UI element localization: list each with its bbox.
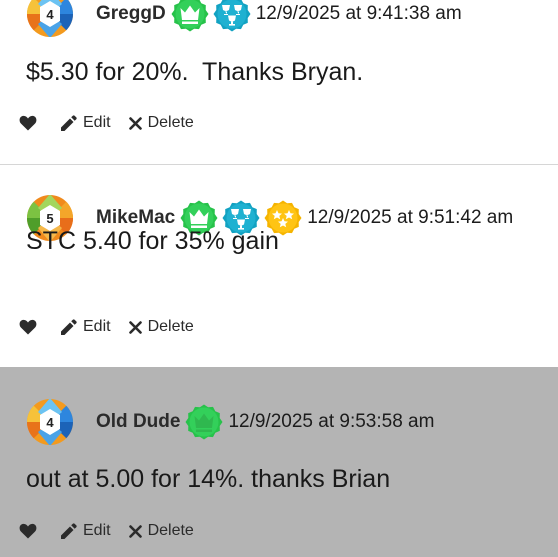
like-button[interactable] (19, 319, 37, 335)
avatar-level: 4 (46, 415, 54, 430)
pencil-icon (61, 114, 77, 131)
avatar[interactable]: 4 (26, 0, 74, 38)
comment-post-highlighted: 4 Old Dude 12/9/2025 at 9:53:58 am out a… (0, 367, 558, 557)
edit-button[interactable]: Edit (60, 114, 111, 132)
comment-feed: 4 GreggD 12/9/2025 at 9:41:38 am $5.30 f… (0, 0, 558, 557)
avatar-level: 5 (46, 211, 53, 226)
heart-icon (19, 115, 37, 131)
close-icon (128, 524, 142, 538)
post-header: 4 GreggD 12/9/2025 at 9:41:38 am (26, 0, 462, 39)
edit-label: Edit (83, 522, 111, 539)
avatar[interactable]: 4 (26, 398, 74, 446)
delete-label: Delete (147, 522, 194, 539)
post-header: 4 Old Dude 12/9/2025 at 9:53:58 am (26, 397, 434, 447)
avatar-level: 4 (46, 7, 54, 22)
trophies-badge-icon (213, 0, 251, 32)
delete-button[interactable]: Delete (128, 114, 194, 132)
post-timestamp: 12/9/2025 at 9:41:38 am (255, 3, 462, 24)
post-message: out at 5.00 for 14%. thanks Brian (26, 465, 391, 493)
delete-label: Delete (147, 114, 194, 131)
post-actions: Edit Delete (19, 114, 194, 132)
delete-button[interactable]: Delete (128, 522, 194, 540)
post-message: STC 5.40 for 35% gain (26, 227, 279, 255)
like-button[interactable] (19, 115, 37, 131)
edit-button[interactable]: Edit (60, 522, 111, 540)
crown-badge-icon (171, 0, 209, 32)
pencil-icon (61, 522, 77, 539)
edit-label: Edit (83, 114, 111, 131)
username[interactable]: MikeMac (96, 207, 175, 229)
post-message: $5.30 for 20%. Thanks Bryan. (26, 58, 364, 86)
username[interactable]: GreggD (96, 3, 166, 25)
heart-icon (19, 523, 37, 539)
like-button[interactable] (19, 523, 37, 539)
edit-label: Edit (83, 318, 111, 335)
heart-icon (19, 319, 37, 335)
close-icon (128, 320, 142, 334)
post-timestamp: 12/9/2025 at 9:51:42 am (307, 207, 514, 228)
crown-badge-icon (185, 404, 223, 440)
post-actions: Edit Delete (19, 318, 194, 336)
delete-button[interactable]: Delete (128, 318, 194, 336)
edit-button[interactable]: Edit (60, 318, 111, 336)
comment-post: 5 MikeMac 12/9/2025 at 9:51:42 am STC 5.… (0, 164, 558, 367)
username[interactable]: Old Dude (96, 411, 180, 433)
pencil-icon (61, 318, 77, 335)
close-icon (128, 116, 142, 130)
comment-post: 4 GreggD 12/9/2025 at 9:41:38 am $5.30 f… (0, 0, 558, 164)
post-timestamp: 12/9/2025 at 9:53:58 am (228, 411, 435, 432)
delete-label: Delete (147, 318, 194, 335)
post-actions: Edit Delete (19, 522, 194, 540)
